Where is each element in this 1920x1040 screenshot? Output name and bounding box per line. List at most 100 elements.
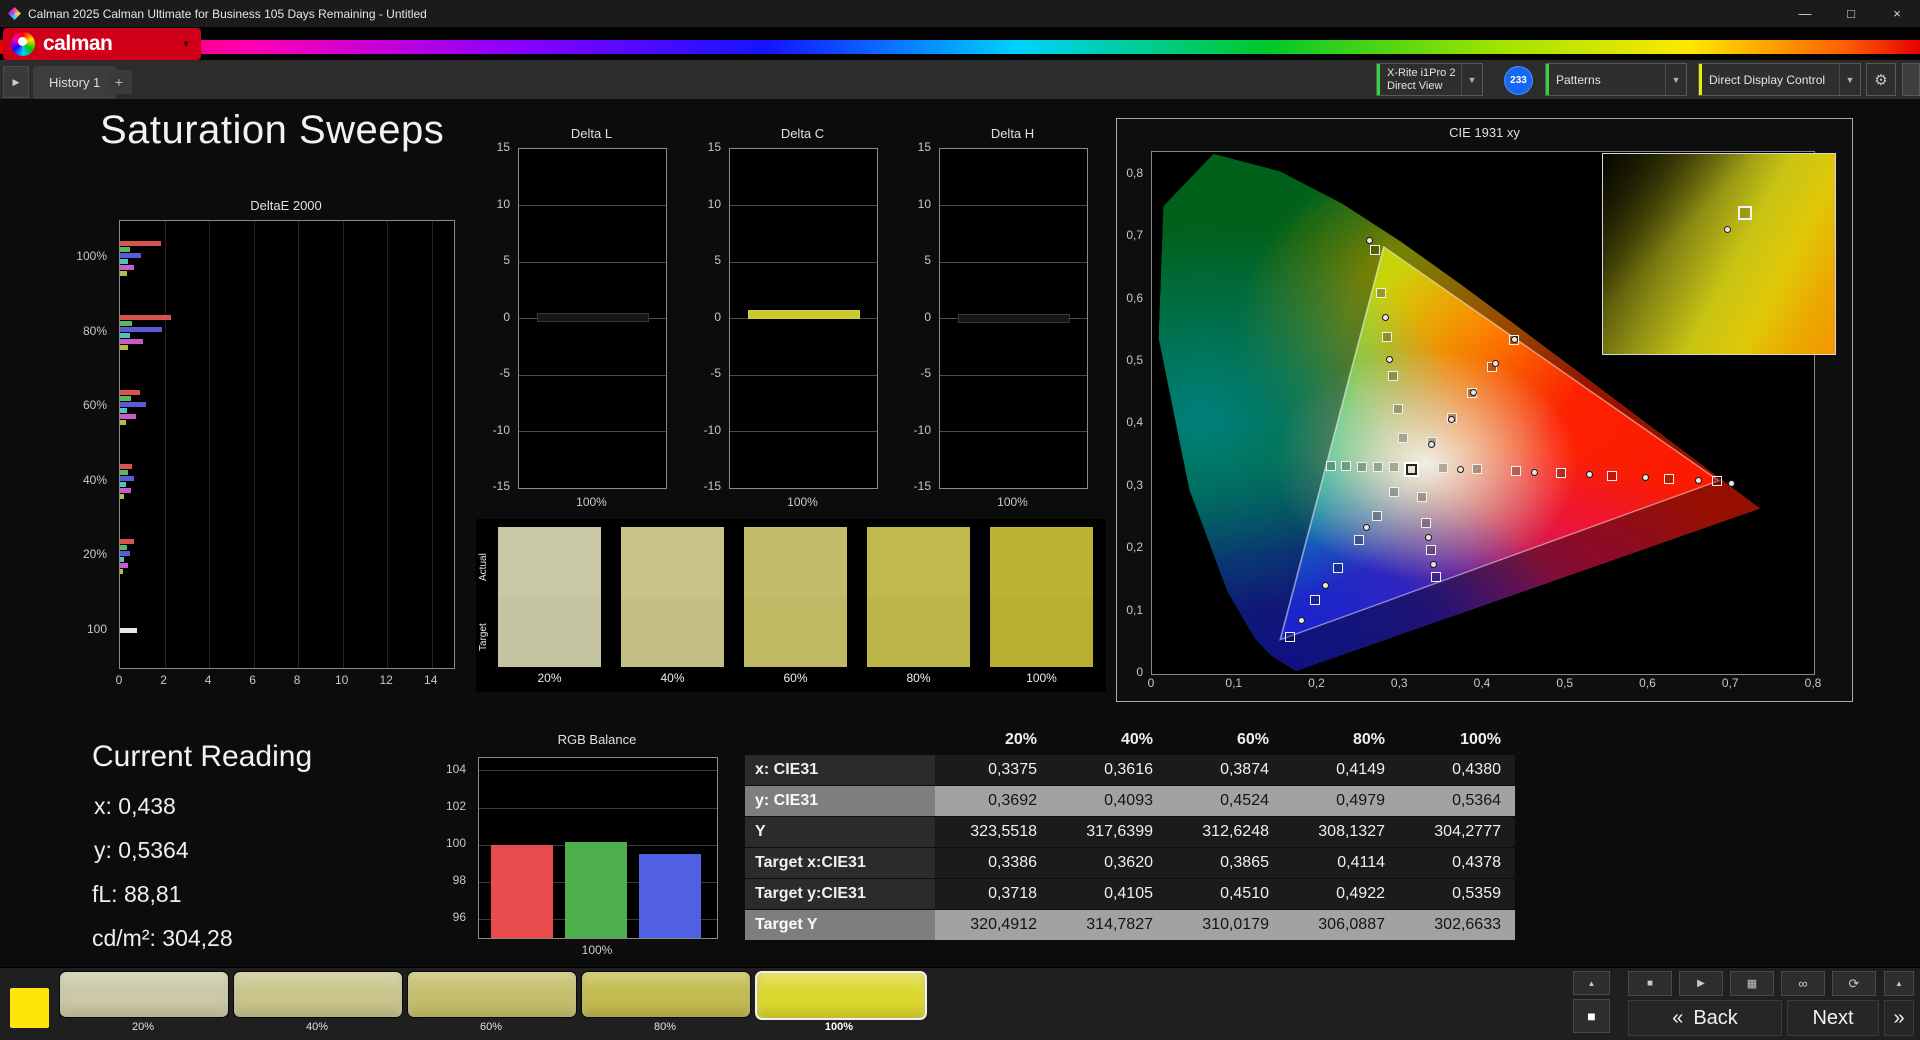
settings-gear-button[interactable]: ⚙ (1866, 63, 1896, 96)
tick-label: 5 (924, 253, 931, 267)
deltae-bar (120, 488, 132, 494)
cie-zoom-inset (1602, 153, 1836, 355)
delta-h-title: Delta H (990, 126, 1035, 141)
tick-label: -15 (492, 479, 510, 493)
refresh-button[interactable]: ⟳ (1832, 971, 1876, 996)
delta-c-title: Delta C (780, 126, 825, 141)
tick-label: 0 (1147, 676, 1155, 690)
table-row-label: Y (745, 817, 935, 847)
meter-dropdown[interactable]: X-Rite i1Pro 2 Direct View ▼ (1376, 63, 1483, 96)
table-cell: 320,4912 (935, 910, 1051, 940)
toolbar-overflow-button[interactable] (1902, 63, 1920, 96)
table-cell: 0,3865 (1167, 848, 1283, 878)
table-cell: 0,4510 (1167, 879, 1283, 909)
pattern-tile-label: 60% (479, 1021, 503, 1033)
gridline (519, 205, 666, 206)
back-button[interactable]: « Back (1628, 1000, 1782, 1036)
play-button[interactable]: ▶ (1679, 971, 1723, 996)
current-pattern-swatch (10, 988, 49, 1028)
restore-button[interactable]: □ (1828, 0, 1874, 27)
delta_c-bar (748, 310, 860, 320)
cie-1931-panel: CIE 1931 xy 0,8 0,7 0,6 0,5 0,4 0,3 0,2 0,1 0 0 0… (1116, 118, 1853, 702)
actual-label: Actual (478, 553, 489, 581)
swatch-label: 40% (660, 671, 685, 685)
next-chevron-button[interactable]: » (1884, 1000, 1914, 1036)
next-label: Next (1812, 1006, 1854, 1029)
table-cell: 0,5364 (1399, 786, 1515, 816)
tick-label: 6 (249, 673, 256, 687)
deltae-bar (120, 556, 125, 562)
gridline (940, 261, 1087, 263)
deltae-bar (120, 413, 136, 419)
table-row[interactable]: Target y:CIE31 0,3718 0,4105 0,4510 0,4922 0,… (745, 879, 1518, 909)
tick-label: 4 (204, 673, 212, 687)
gridline (164, 221, 166, 668)
patterns-label: Patterns (1556, 72, 1601, 87)
reading-y: y: 0,5364 (94, 837, 189, 863)
pattern-tile-40%[interactable] (233, 971, 403, 1018)
table-row[interactable]: Y 323,5518 317,6399 312,6248 308,1327 304,277… (745, 817, 1518, 847)
link-button[interactable]: ∞ (1781, 971, 1825, 996)
gridline (519, 374, 666, 376)
reading-fl: fL: 88,81 (92, 881, 182, 907)
swatch-label: 20% (537, 671, 562, 685)
deltae-bar (120, 258, 128, 264)
gridline (940, 205, 1087, 206)
deltae-bar (120, 333, 131, 339)
pattern-tile-100%[interactable] (755, 971, 927, 1020)
next-button[interactable]: Next (1787, 1000, 1879, 1036)
delta-h-x-label: 100% (997, 495, 1028, 509)
tick-label: -15 (703, 479, 721, 493)
table-column-header: 100% (1460, 731, 1501, 748)
tick-label: 0,7 (1126, 228, 1143, 243)
panel-up-button[interactable]: ▲ (1573, 971, 1610, 995)
close-button[interactable]: × (1874, 0, 1920, 27)
delta_h-bar (958, 313, 1070, 323)
table-row[interactable]: x: CIE31 0,3375 0,3616 0,3874 0,4149 0,4380 (745, 755, 1518, 785)
deltae-bar (120, 407, 127, 413)
add-tab-button[interactable]: + (106, 70, 132, 94)
tick-label: 96 (452, 910, 466, 925)
table-cell: 0,4149 (1283, 755, 1399, 785)
swatch-80% (867, 527, 970, 667)
deltae-bar (120, 550, 131, 556)
swatch-40% (621, 527, 724, 667)
table-row-label: Target y:CIE31 (745, 879, 935, 909)
table-cell: 0,3874 (1167, 755, 1283, 785)
gridline (940, 374, 1087, 376)
patterns-dropdown[interactable]: Patterns ▼ (1545, 63, 1687, 96)
pattern-window-button[interactable]: ■ (1573, 999, 1610, 1033)
table-row[interactable]: y: CIE31 0,3692 0,4093 0,4524 0,4979 0,5364 (745, 786, 1518, 816)
deltae-bar (120, 482, 126, 488)
calman-menu-button[interactable]: calman ▼ (3, 28, 201, 60)
tick-label: 0,1 (1126, 602, 1143, 617)
tick-label: 10 (707, 196, 721, 211)
tick-label: 100 (445, 836, 466, 851)
table-cell: 0,4093 (1051, 786, 1167, 816)
tab-history-1[interactable]: History 1 (33, 66, 117, 99)
pattern-tile-60%[interactable] (407, 971, 577, 1018)
tick-label: -5 (499, 366, 510, 380)
pattern-tile-label: 40% (305, 1021, 329, 1033)
pattern-tile-80%[interactable] (581, 971, 751, 1018)
tab-scroll-button[interactable]: ▶ (3, 66, 29, 98)
swatch-20% (498, 527, 601, 667)
stop-button[interactable]: ■ (1628, 971, 1672, 996)
swatch-label: 80% (906, 671, 931, 685)
table-cell: 323,5518 (935, 817, 1051, 847)
table-row[interactable]: Target x:CIE31 0,3386 0,3620 0,3865 0,4114 0,… (745, 848, 1518, 878)
table-row[interactable]: Target Y 320,4912 314,7827 310,0179 306,0887… (745, 910, 1518, 940)
minimize-button[interactable]: — (1782, 0, 1828, 27)
meter-status-badge[interactable]: 233 (1504, 66, 1533, 95)
tick-label: 104 (445, 761, 466, 776)
scroll-up-button[interactable]: ▲ (1884, 971, 1914, 996)
tick-label: 0,4 (1126, 415, 1143, 430)
table-cell: 304,2777 (1399, 817, 1515, 847)
display-control-dropdown[interactable]: Direct Display Control ▼ (1698, 63, 1861, 96)
pattern-tile-20%[interactable] (59, 971, 229, 1018)
calman-app: Calman 2025 Calman Ultimate for Business… (0, 0, 1920, 1040)
table-cell: 308,1327 (1283, 817, 1399, 847)
rgb-bar-red (491, 845, 553, 938)
report-button[interactable]: ▦ (1730, 971, 1774, 996)
deltae-bar (120, 389, 141, 395)
